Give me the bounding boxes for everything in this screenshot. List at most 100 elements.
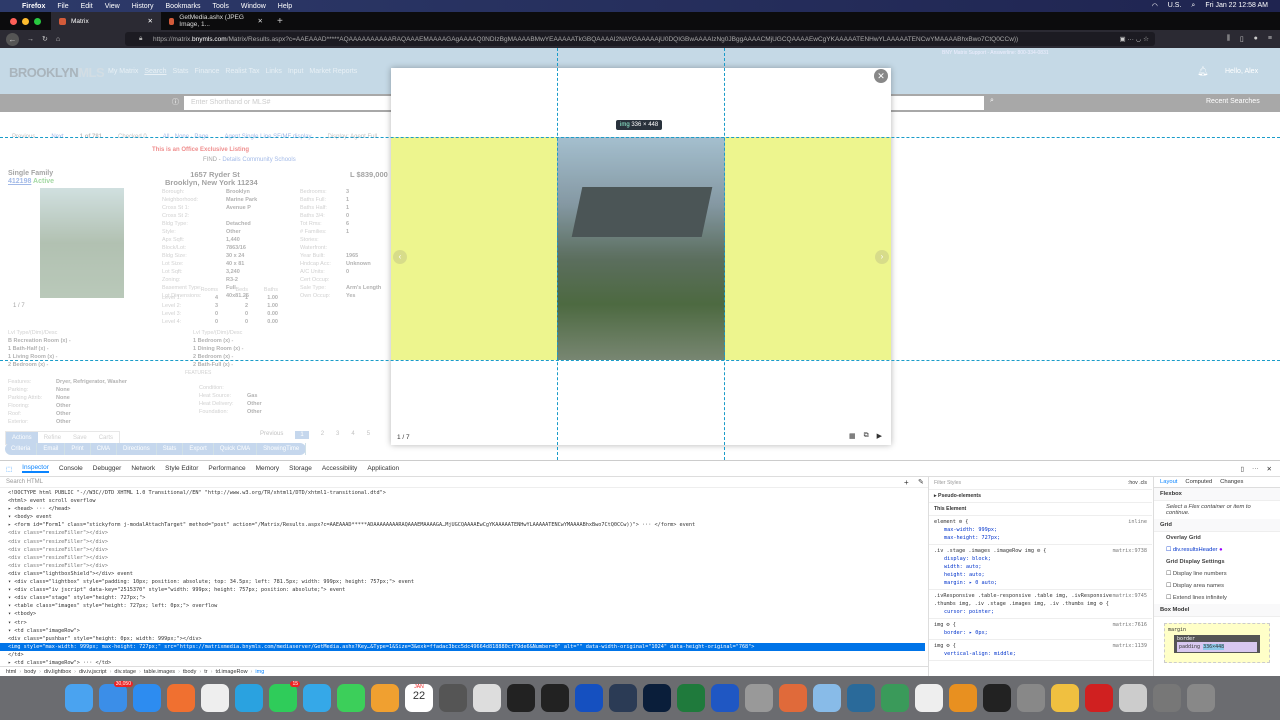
css-declaration[interactable]: width: auto; [934, 563, 1147, 571]
markup-node[interactable]: ▾ <div class="stage" style="height: 727p… [0, 594, 925, 602]
markup-node[interactable]: <div class="pushbar" style="height: 0px;… [0, 635, 925, 643]
add-node-icon[interactable]: + [904, 478, 909, 487]
breadcrumb-item[interactable]: div.lightbox [44, 669, 71, 675]
rule-source[interactable]: matrix:9745 [1113, 592, 1147, 608]
dock-app-icon[interactable] [915, 684, 943, 712]
tab-performance[interactable]: Performance [208, 465, 245, 472]
dock-app-icon[interactable] [439, 684, 467, 712]
markup-node[interactable]: <div class="resizeFiller"></div> [0, 554, 925, 562]
page-link[interactable]: 2 [321, 431, 324, 439]
action-directions[interactable]: Directions [117, 443, 157, 455]
eyedropper-icon[interactable]: ✎ [918, 478, 924, 486]
menu-icon[interactable]: ≡ [1268, 35, 1272, 43]
box-model-section[interactable]: Box Model [1154, 604, 1280, 617]
zoom-window-button[interactable] [34, 17, 41, 25]
dock-app-icon[interactable] [745, 684, 773, 712]
display-line-numbers-checkbox[interactable]: ☐ Display line numbers [1154, 568, 1280, 580]
close-tab-icon[interactable]: ✕ [148, 17, 153, 25]
tab-computed[interactable]: Computed [1185, 479, 1212, 485]
lightbox-image[interactable] [557, 137, 725, 360]
play-icon[interactable]: ▶ [877, 432, 882, 440]
wifi-icon[interactable]: ◠ [1152, 2, 1158, 10]
css-declaration[interactable]: margin: ▸ 0 auto; [934, 579, 1147, 587]
action-print[interactable]: Print [65, 443, 91, 455]
dock-app-icon[interactable] [133, 684, 161, 712]
markup-node[interactable]: ▾ <tr> [0, 619, 925, 627]
user-menu[interactable]: Hello, Alex [1225, 68, 1258, 75]
dock-app-icon[interactable] [1119, 684, 1147, 712]
dock-app-icon[interactable] [1187, 684, 1215, 712]
tab-application[interactable]: Application [367, 465, 399, 472]
close-lightbox-button[interactable]: ✕ [874, 69, 888, 83]
reload-button[interactable]: ↻ [42, 35, 48, 43]
nav-finance[interactable]: Finance [194, 68, 219, 75]
markup-node[interactable]: <div class="resizeFiller"></div> [0, 529, 925, 537]
flexbox-section[interactable]: Flexbox [1154, 488, 1280, 501]
dock-app-icon[interactable]: 30,050 [99, 681, 133, 712]
dock-app-icon[interactable] [949, 684, 977, 712]
page-link[interactable]: 5 [367, 431, 370, 439]
dock-app-icon[interactable] [881, 684, 909, 712]
bell-icon[interactable]: 🔔︎ [1197, 66, 1208, 77]
find-details[interactable]: Details [222, 157, 240, 163]
action-quick-cma[interactable]: Quick CMA [214, 443, 258, 455]
new-tab-button[interactable]: + [271, 16, 283, 27]
css-declaration[interactable]: max-width: 999px; [934, 526, 1147, 534]
markup-node[interactable]: <html> event scroll overflow [0, 497, 925, 505]
markup-node[interactable]: ▾ <table class="images" style="height: 7… [0, 602, 925, 610]
tab-storage[interactable]: Storage [289, 465, 312, 472]
action-cma[interactable]: CMA [91, 443, 118, 455]
breadcrumb-item[interactable]: td.imageRow [215, 669, 247, 675]
menu-bookmarks[interactable]: Bookmarks [166, 3, 201, 10]
input-locale[interactable]: U.S. [1168, 2, 1182, 10]
tab-console[interactable]: Console [59, 465, 83, 472]
menu-edit[interactable]: Edit [81, 3, 93, 10]
help-icon[interactable]: ⓘ [172, 97, 179, 107]
markup-node[interactable]: ▸ <td class="imageRow"> ··· </td> [0, 659, 925, 666]
tab-layout[interactable]: Layout [1160, 479, 1177, 485]
dock-app-icon[interactable] [337, 684, 365, 712]
tab-accessibility[interactable]: Accessibility [322, 465, 357, 472]
account-icon[interactable]: ● [1254, 35, 1258, 43]
action-email[interactable]: Email [37, 443, 66, 455]
nav-realist-tax[interactable]: Realist Tax [225, 68, 259, 75]
dock-app-icon[interactable] [201, 684, 229, 712]
rule-source[interactable]: matrix:9738 [1113, 547, 1147, 555]
tab-debugger[interactable]: Debugger [93, 465, 122, 472]
previous-image-button[interactable]: ‹ [393, 250, 407, 264]
next-image-button[interactable]: › [875, 250, 889, 264]
tab-matrix[interactable]: Matrix ✕ [51, 12, 161, 30]
more-options-icon[interactable]: ··· [1252, 465, 1259, 473]
minimize-window-button[interactable] [22, 17, 29, 25]
nav-links[interactable]: Links [266, 68, 282, 75]
menu-help[interactable]: Help [278, 3, 292, 10]
recent-searches-dropdown[interactable]: Recent Searches [1206, 98, 1260, 105]
markup-node[interactable]: ▸ <form id="Form1" class="stickyform j-m… [0, 521, 925, 529]
page-link[interactable]: 3 [336, 431, 339, 439]
css-declaration[interactable]: vertical-align: middle; [934, 650, 1147, 658]
css-rule[interactable]: This Element [929, 503, 1152, 516]
extend-lines-checkbox[interactable]: ☐ Extend lines infinitely [1154, 592, 1280, 604]
markup-node[interactable]: <div class="resizeFiller"></div> [0, 538, 925, 546]
dock-side-icon[interactable]: ▯ [1240, 465, 1244, 473]
search-icon[interactable]: ⌕ [1191, 2, 1195, 10]
dock-app-icon[interactable] [65, 684, 93, 712]
tab-style-editor[interactable]: Style Editor [165, 465, 198, 472]
nav-stats[interactable]: Stats [173, 68, 189, 75]
listing-photo[interactable] [40, 188, 124, 298]
dock-app-icon[interactable] [847, 684, 875, 712]
fullscreen-icon[interactable]: ⧉ [864, 432, 869, 440]
css-declaration[interactable]: max-height: 727px; [934, 534, 1147, 542]
dock-app-icon[interactable]: JAN 22 [405, 684, 433, 712]
breadcrumb-item[interactable]: div.stage [114, 669, 136, 675]
dock-app-icon[interactable] [1085, 684, 1113, 712]
brooklyn-mls-logo[interactable]: BROOKLYNMLS [9, 65, 105, 80]
css-declaration[interactable]: cursor: pointer; [934, 608, 1147, 616]
element-picker-icon[interactable]: ⬚ [6, 465, 12, 473]
dock-app-icon[interactable] [473, 684, 501, 712]
menu-view[interactable]: View [105, 3, 120, 10]
grid-item-checkbox[interactable]: ☐ div.resultsHeader ● [1154, 544, 1280, 556]
dock-app-icon[interactable] [1153, 684, 1181, 712]
tab-changes[interactable]: Changes [1220, 479, 1243, 485]
menu-window[interactable]: Window [241, 3, 266, 10]
